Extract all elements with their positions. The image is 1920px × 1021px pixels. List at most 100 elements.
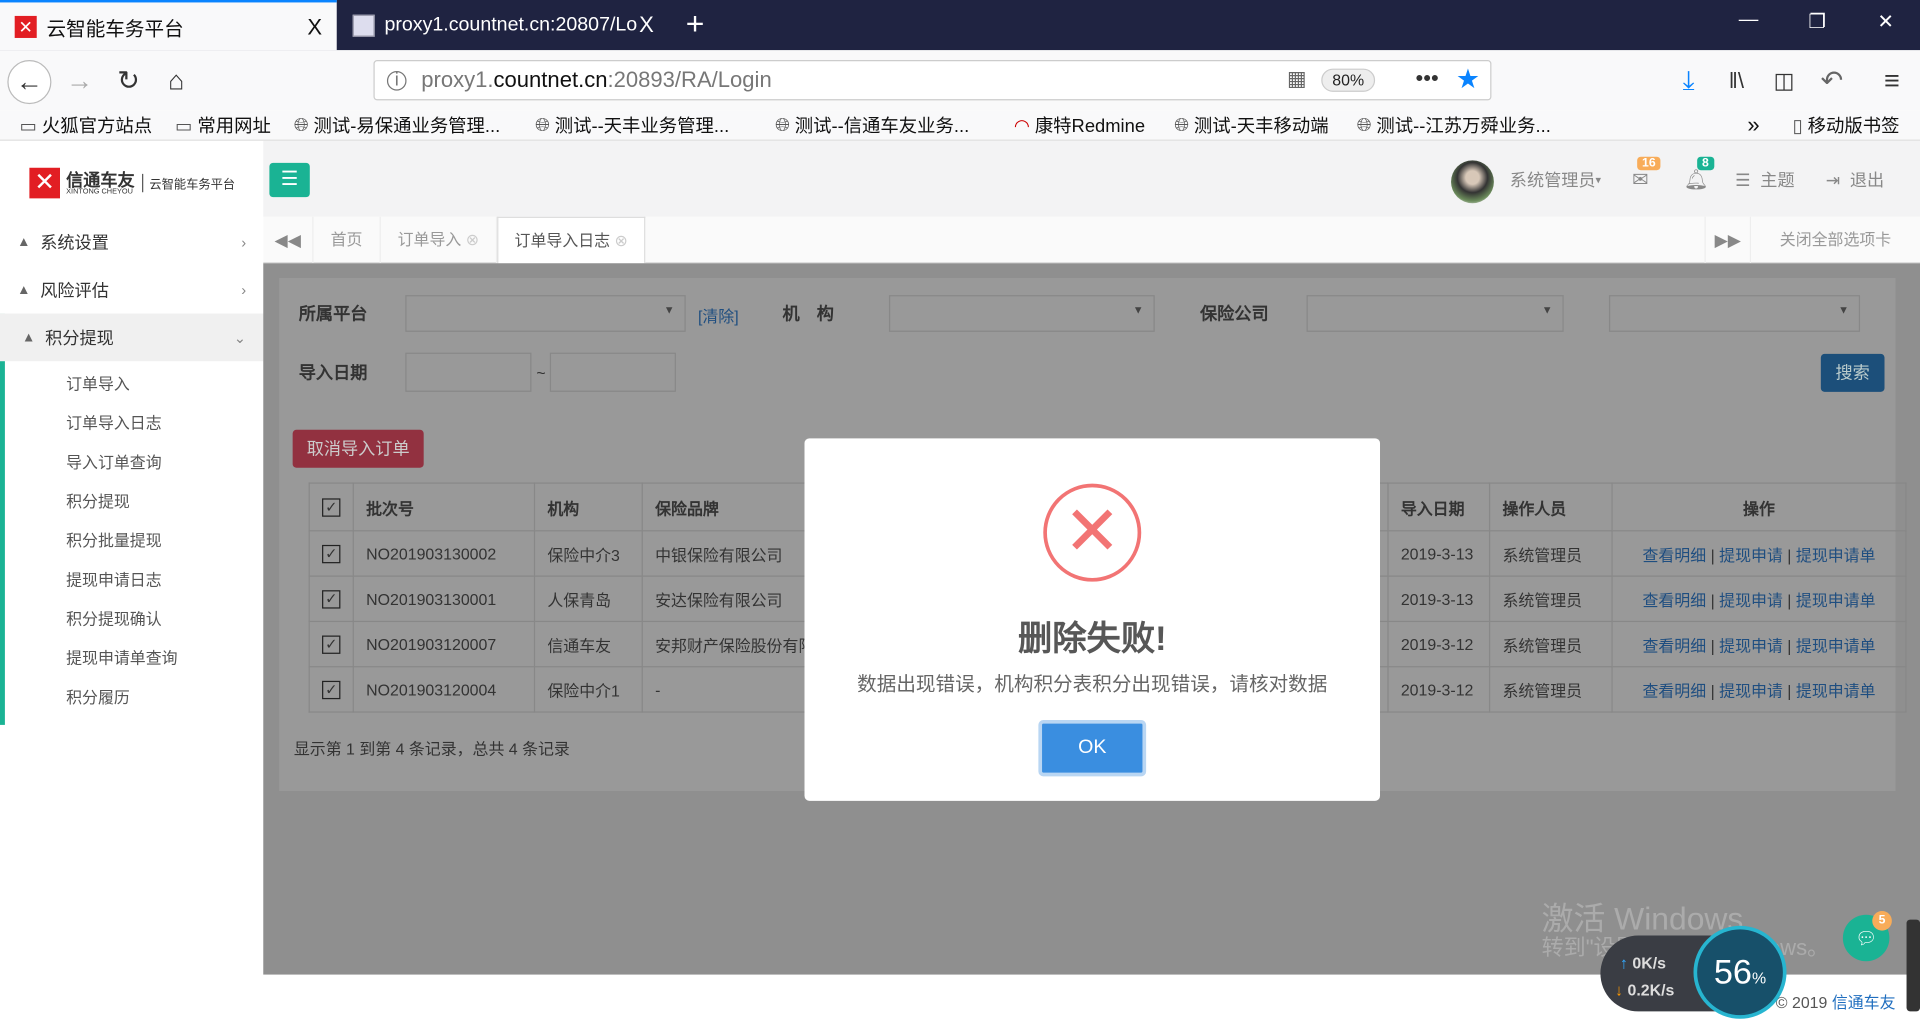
action-link[interactable]: 提现申请 bbox=[1719, 546, 1783, 564]
col-date: 导入日期 bbox=[1387, 482, 1491, 532]
operator-cell: 系统管理员 bbox=[1488, 575, 1613, 623]
submenu-item[interactable]: 订单导入 bbox=[66, 371, 130, 394]
submenu-item[interactable]: 积分提现确认 bbox=[66, 606, 162, 629]
action-link[interactable]: 提现申请 bbox=[1719, 681, 1783, 699]
submenu-item[interactable]: 提现申请日志 bbox=[66, 567, 162, 590]
submenu-item[interactable]: 积分履历 bbox=[66, 684, 130, 707]
user-menu[interactable]: 系统管理员 ▾ bbox=[1510, 168, 1601, 192]
logout-button[interactable]: ⇥ 退出 bbox=[1826, 168, 1884, 192]
page-actions-icon[interactable]: ••• bbox=[1416, 66, 1439, 92]
chat-button[interactable]: 💬︎ 5 bbox=[1842, 911, 1892, 962]
date-end-input[interactable] bbox=[549, 352, 676, 392]
ok-button[interactable]: OK bbox=[1038, 720, 1147, 777]
sidebar-item-system-settings[interactable]: ▲ 系统设置 › bbox=[0, 218, 263, 266]
bookmark[interactable]: 🌐︎ 测试-天丰移动端 bbox=[1174, 113, 1328, 139]
date-start-input[interactable] bbox=[405, 352, 532, 392]
bookmark-folder[interactable]: ▭ 常用网址 bbox=[175, 113, 271, 139]
pagination-summary: 显示第 1 到第 4 条记录，总共 4 条记录 bbox=[293, 739, 570, 758]
close-tab-icon[interactable]: X bbox=[307, 15, 322, 41]
theme-button[interactable]: ☰ 主题 bbox=[1735, 168, 1794, 192]
dialog-title: 删除失败! bbox=[1017, 619, 1167, 658]
avatar[interactable] bbox=[1451, 160, 1494, 204]
restore-button[interactable]: ❐ bbox=[1799, 10, 1836, 34]
sidebar-toggle-icon[interactable]: ◫ bbox=[1762, 60, 1806, 104]
platform-label: 所属平台 bbox=[298, 303, 368, 324]
bookmark[interactable]: 🌐︎ 测试--江苏万舜业务... bbox=[1357, 113, 1551, 139]
action-link[interactable]: 提现申请单 bbox=[1796, 591, 1876, 609]
org-select[interactable] bbox=[888, 295, 1155, 332]
close-tab-icon[interactable]: X bbox=[639, 12, 654, 38]
submenu-item[interactable]: 订单导入日志 bbox=[66, 410, 162, 433]
zoom-level[interactable]: 80% bbox=[1321, 68, 1376, 92]
action-link[interactable]: 提现申请单 bbox=[1796, 546, 1876, 564]
tab-order-import[interactable]: 订单导入 ⊗ bbox=[381, 216, 498, 264]
operator-cell: 系统管理员 bbox=[1488, 620, 1613, 668]
row-checkbox[interactable]: ✓ bbox=[308, 575, 354, 623]
extra-select[interactable] bbox=[1608, 295, 1861, 332]
bookmark[interactable]: 🌐︎ 测试-易保通业务管理... bbox=[294, 113, 500, 139]
forward-button[interactable]: → bbox=[58, 60, 102, 104]
action-link[interactable]: 查看明细 bbox=[1642, 681, 1706, 699]
bookmark[interactable]: 🌐︎ 测试--天丰业务管理... bbox=[535, 113, 729, 139]
sidebar-item-points-withdrawal[interactable]: ▲ 积分提现 ⌄ bbox=[0, 313, 264, 362]
close-window-button[interactable]: ✕ bbox=[1867, 10, 1904, 34]
org-label: 机 构 bbox=[782, 303, 834, 324]
bookmarks-overflow-button[interactable]: » bbox=[1747, 113, 1759, 139]
clear-link[interactable]: [清除] bbox=[698, 304, 739, 327]
bookmark-folder[interactable]: ▭ 火狐官方站点 bbox=[20, 113, 152, 139]
action-link[interactable]: 查看明细 bbox=[1642, 546, 1706, 564]
submenu-item[interactable]: 积分批量提现 bbox=[66, 528, 162, 551]
action-link[interactable]: 提现申请 bbox=[1719, 636, 1783, 654]
browser-tab-active[interactable]: ✕ 云智能车务平台 X bbox=[0, 0, 337, 51]
home-button[interactable]: ⌂ bbox=[154, 60, 198, 104]
bookmark-label: 测试-天丰移动端 bbox=[1193, 116, 1329, 138]
close-circle-icon[interactable]: ⊗ bbox=[466, 230, 479, 248]
action-link[interactable]: 提现申请单 bbox=[1796, 681, 1876, 699]
download-icon[interactable]: ⤓ bbox=[1667, 60, 1711, 104]
bookmark[interactable]: 🌐︎ 测试--信通车友业务... bbox=[775, 113, 969, 139]
org-cell: 信通车友 bbox=[533, 620, 643, 668]
browser-tab[interactable]: proxy1.countnet.cn:20807/Lo X bbox=[338, 0, 669, 50]
minimize-button[interactable]: — bbox=[1730, 10, 1767, 32]
action-link[interactable]: 查看明细 bbox=[1642, 591, 1706, 609]
row-checkbox[interactable]: ✓ bbox=[308, 530, 354, 577]
notifications-button[interactable]: 🔔︎ 8 bbox=[1684, 156, 1714, 192]
close-all-tabs-button[interactable]: 关闭全部选项卡 bbox=[1751, 217, 1920, 264]
menu-toggle-button[interactable]: ☰ bbox=[269, 162, 310, 198]
url-bar[interactable]: i proxy1. countnet.cn:20893/RA/Login ▦ 80… bbox=[373, 60, 1492, 101]
cancel-import-button[interactable]: 取消导入订单 bbox=[292, 429, 424, 468]
undo-icon[interactable]: ↶ bbox=[1810, 60, 1854, 104]
sidebar-item-risk-assessment[interactable]: ▲ 风险评估 › bbox=[0, 266, 263, 314]
tab-title: 云智能车务平台 bbox=[46, 18, 184, 40]
action-link[interactable]: 查看明细 bbox=[1642, 636, 1706, 654]
memory-gauge[interactable]: 56% bbox=[1693, 925, 1787, 1019]
messages-button[interactable]: ✉ 16 bbox=[1632, 156, 1661, 192]
qr-code-icon[interactable]: ▦ bbox=[1287, 67, 1307, 91]
row-checkbox[interactable]: ✓ bbox=[308, 666, 354, 713]
row-checkbox[interactable]: ✓ bbox=[308, 620, 354, 668]
platform-select[interactable] bbox=[405, 295, 686, 332]
library-icon[interactable]: ‖\ bbox=[1714, 60, 1758, 104]
reload-button[interactable]: ↻ bbox=[107, 60, 151, 104]
submenu-item[interactable]: 导入订单查询 bbox=[66, 449, 162, 472]
search-button[interactable]: 搜索 bbox=[1820, 353, 1885, 392]
select-all-checkbox[interactable]: ✓ bbox=[308, 482, 354, 532]
back-button[interactable]: ← bbox=[7, 60, 52, 105]
action-link[interactable]: 提现申请 bbox=[1719, 591, 1783, 609]
insurer-select[interactable] bbox=[1306, 295, 1564, 332]
submenu-item[interactable]: 积分提现 bbox=[66, 489, 130, 512]
bookmark-star-icon[interactable]: ★ bbox=[1456, 64, 1480, 96]
mobile-bookmarks[interactable]: ▯ 移动版书签 bbox=[1793, 113, 1900, 139]
action-link[interactable]: 提现申请单 bbox=[1796, 636, 1876, 654]
submenu-item[interactable]: 提现申请单查询 bbox=[66, 645, 177, 668]
scroll-tabs-left-button[interactable]: ◀◀ bbox=[263, 216, 314, 264]
new-tab-button[interactable]: + bbox=[686, 5, 705, 43]
tab-order-import-log[interactable]: 订单导入日志 ⊗ bbox=[497, 216, 646, 264]
copyright-brand-link[interactable]: 信通车友 bbox=[1832, 993, 1896, 1011]
menu-icon[interactable]: ≡ bbox=[1870, 60, 1914, 104]
date-cell: 2019-3-13 bbox=[1387, 530, 1491, 577]
tab-home[interactable]: 首页 bbox=[313, 216, 381, 264]
bookmark[interactable]: ◠ 康特Redmine bbox=[1014, 113, 1145, 139]
scroll-tabs-right-button[interactable]: ▶▶ bbox=[1704, 216, 1752, 264]
close-circle-icon[interactable]: ⊗ bbox=[615, 231, 628, 249]
